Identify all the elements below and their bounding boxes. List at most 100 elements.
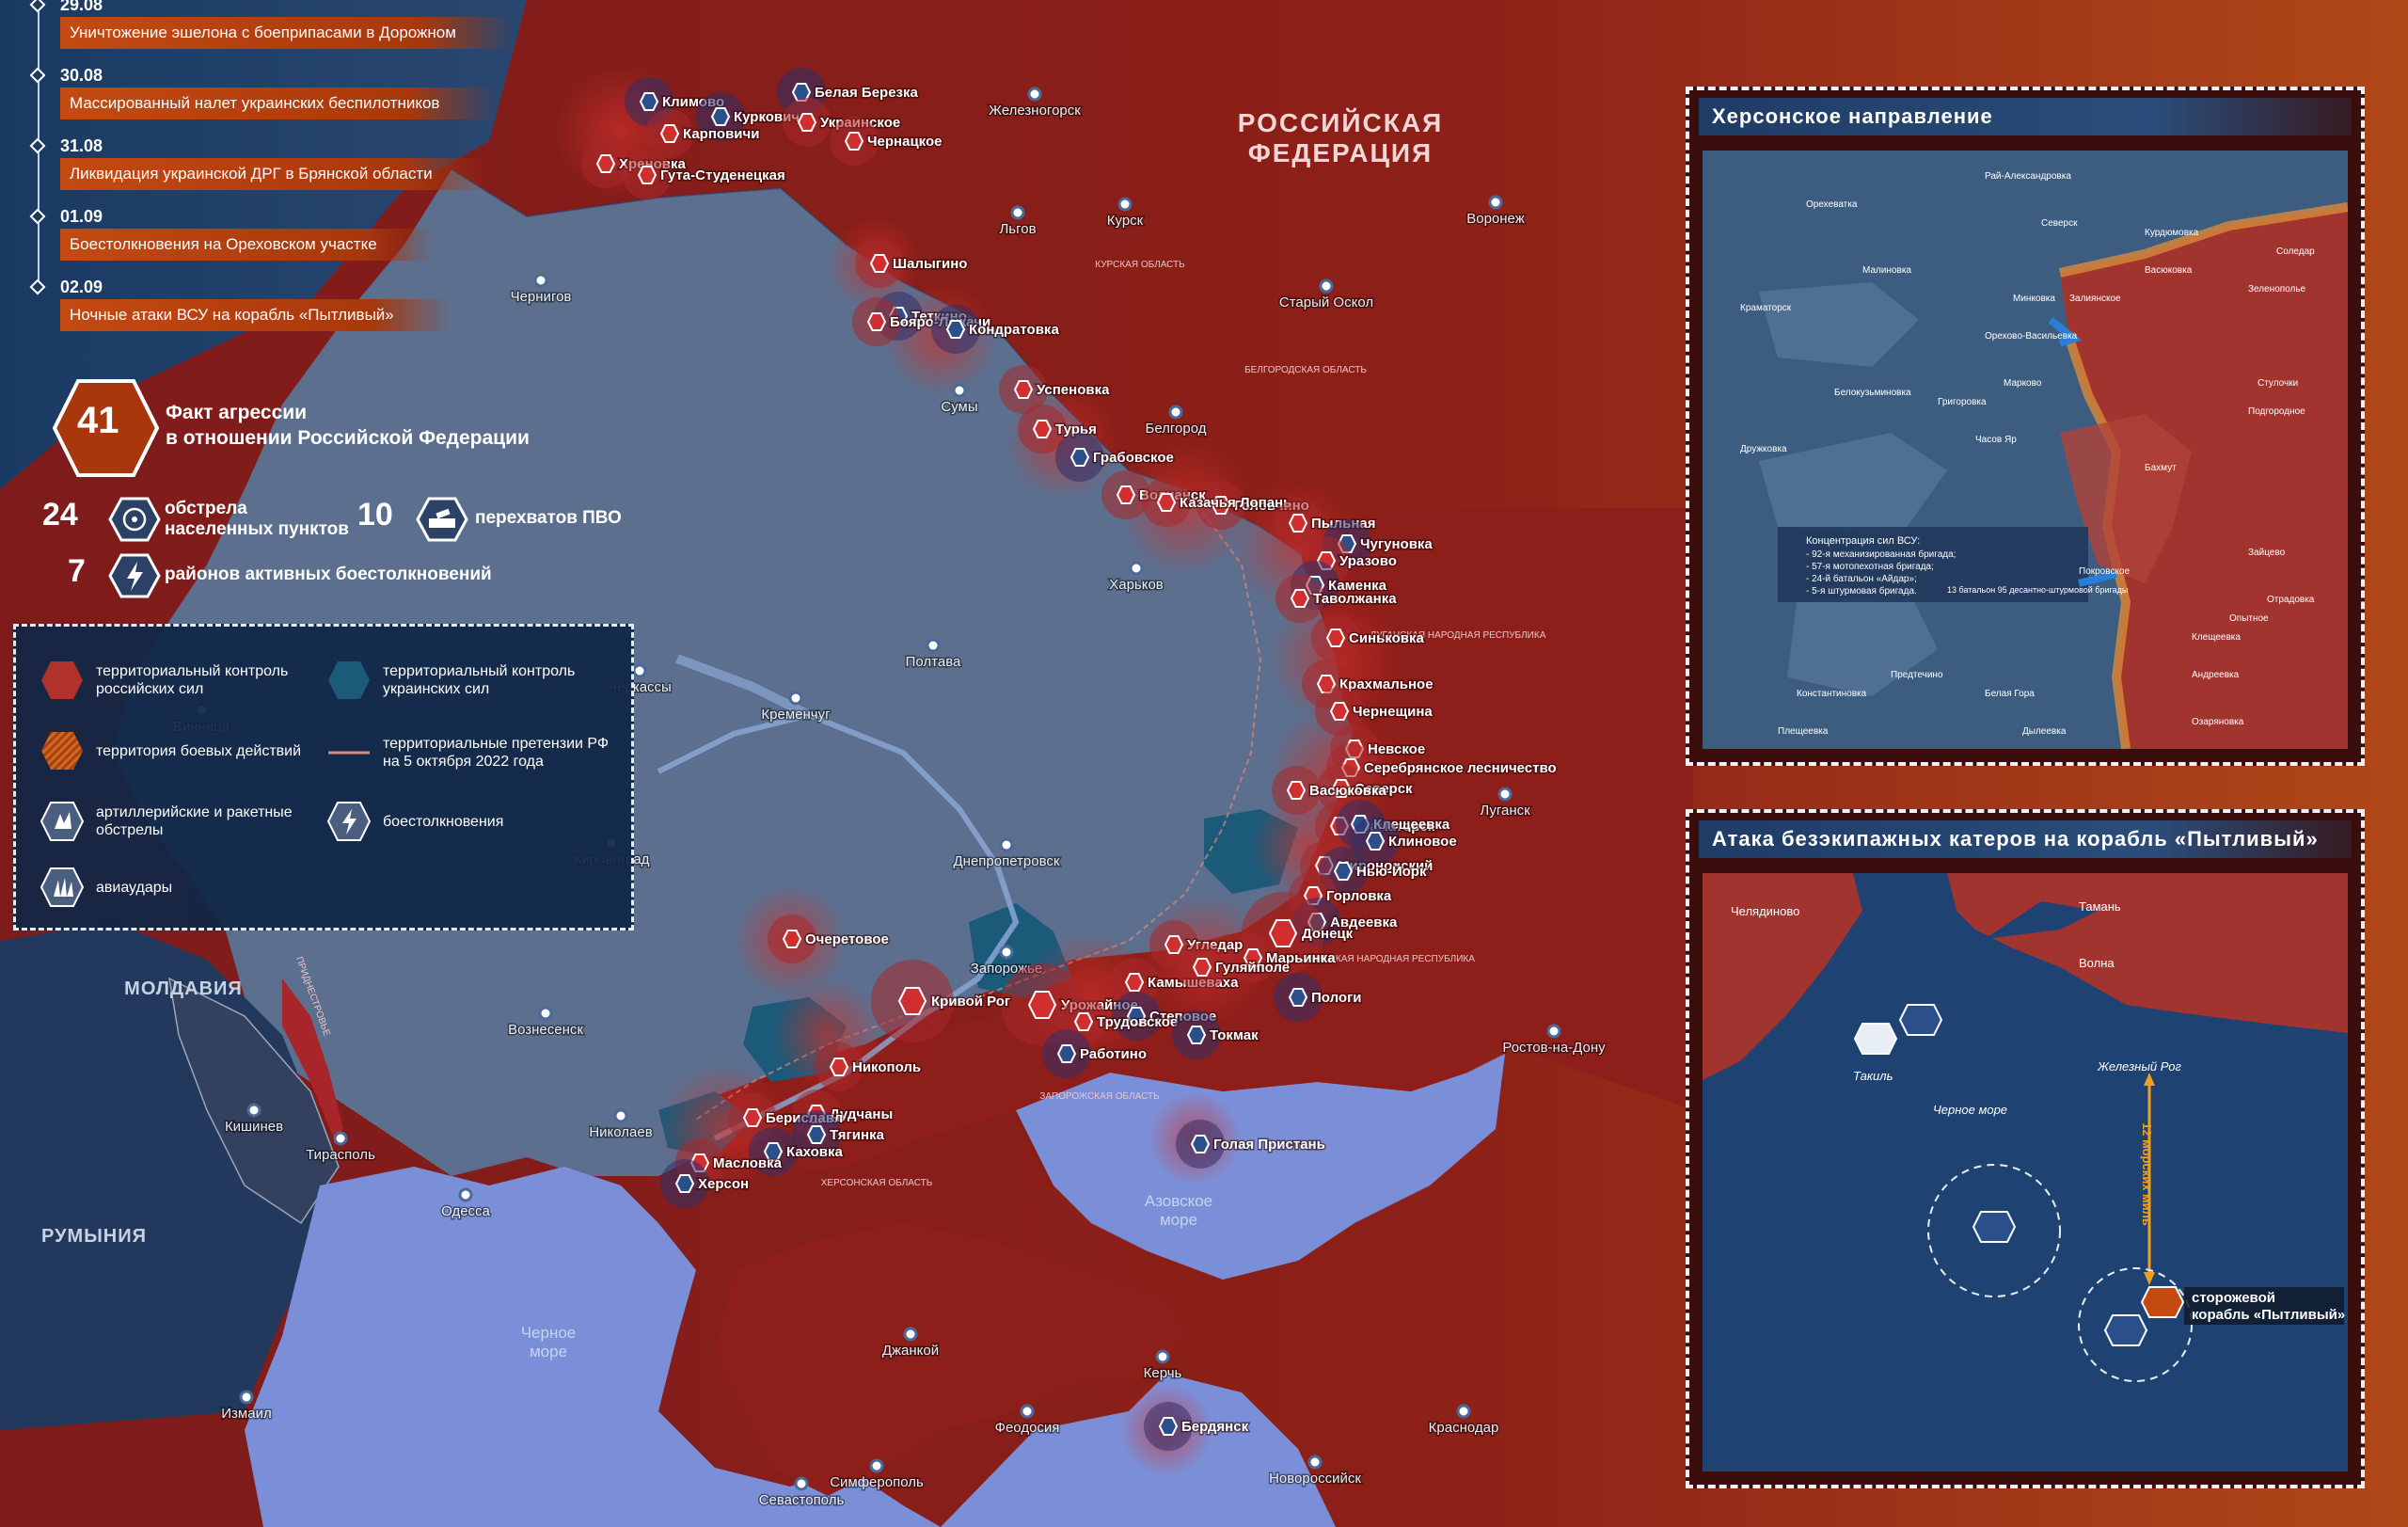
- timeline-text: Ликвидация украинской ДРГ в Брянской обл…: [60, 158, 489, 190]
- inset-place-label: Марково: [2004, 378, 2042, 389]
- artillery-icon: [869, 254, 890, 273]
- shelling-label-1: обстрела: [165, 499, 247, 518]
- legend-ru-control-label: территориальный контроль российских сил: [96, 663, 289, 697]
- event-label: Донецк: [1302, 926, 1354, 942]
- artillery-icon: [1325, 628, 1346, 647]
- artillery-icon: [595, 154, 616, 173]
- intercept-label: перехватов ПВО: [475, 508, 622, 528]
- inset-note-line-1: - 92-я механизированная бригада;: [1806, 549, 1956, 560]
- air-defense-icon: [806, 1125, 827, 1144]
- city-label: Севастополь: [759, 1492, 845, 1508]
- legend-artillery: артиллерийские и ракетные обстрелы: [40, 801, 312, 842]
- inset-place-label: Железный Рог: [2097, 1059, 2181, 1074]
- clash-icon: [326, 802, 372, 841]
- artillery-icon: [797, 113, 817, 132]
- event-label: Трудовское: [1097, 1014, 1178, 1030]
- event-label: Гуляйполе: [1215, 960, 1290, 976]
- event-label: Никополь: [852, 1059, 921, 1075]
- ru-control-swatch-icon: [41, 661, 83, 699]
- inset-place-label: Ореховo-Васильевка: [1985, 331, 2078, 342]
- artillery-icon: [866, 312, 887, 331]
- inset-place-label: Северск: [2041, 218, 2078, 229]
- city-label: Измаил: [221, 1406, 271, 1422]
- inset-place-label: Бахмут: [2145, 463, 2177, 473]
- artillery-icon: [40, 802, 85, 841]
- artillery-icon: [1329, 702, 1350, 721]
- artillery-icon: [1116, 485, 1136, 504]
- event-label: Херсон: [698, 1176, 749, 1192]
- event-label: Голая Пристань: [1213, 1137, 1325, 1153]
- city-label: Харьков: [1109, 577, 1164, 593]
- city-dot-icon: [1456, 1404, 1471, 1419]
- inset-place-label: Клещеевка: [2192, 632, 2241, 643]
- sea-azov-1: Азовское: [1145, 1192, 1212, 1210]
- timeline-text: Боестолкновения на Ореховском участке: [60, 229, 434, 261]
- city-dot-icon: [952, 383, 967, 398]
- inset-kherson: Херсонское направление Концентрация сил …: [1686, 87, 2365, 766]
- city-dot-icon: [1307, 1455, 1323, 1470]
- city-dot-icon: [1319, 278, 1334, 294]
- usv-launch-icon: [1898, 1004, 1943, 1036]
- city-dot-icon: [632, 663, 647, 678]
- city-dot-icon: [1155, 1349, 1170, 1364]
- city-label: Николаев: [589, 1124, 652, 1140]
- inset-place-label: Зеленополье: [2248, 284, 2306, 294]
- event-label: Чугуновка: [1360, 536, 1433, 552]
- air-defense-icon: [1190, 1135, 1211, 1153]
- region-kherson: ХЕРСОНСКАЯ ОБЛАСТЬ: [821, 1178, 933, 1188]
- inset-ship-map: 12 морских миль сторожевой корабль «Пытл…: [1703, 873, 2348, 1471]
- city-dot-icon: [239, 1390, 254, 1405]
- city-label: Кременчуг: [761, 707, 831, 723]
- air-defense-icon: [1186, 1026, 1207, 1044]
- usv-marker-2-icon: [2103, 1314, 2148, 1346]
- city-label: Железногорск: [989, 103, 1081, 119]
- artillery-icon: [742, 1108, 763, 1127]
- artillery-icon: [637, 166, 657, 184]
- city-dot-icon: [903, 1327, 918, 1342]
- artillery-icon: [1073, 1012, 1094, 1031]
- inset-place-label: Андреевка: [2192, 670, 2240, 680]
- legend-claims-label: территориальные претензии РФ на 5 октябр…: [383, 736, 610, 770]
- region-kursk: КУРСКАЯ ОБЛАСТЬ: [1095, 260, 1185, 270]
- country-russia-1: РОССИЙСКАЯ: [1238, 107, 1443, 137]
- inset-place-label: Волна: [2079, 956, 2115, 970]
- city-dot-icon: [333, 1131, 348, 1146]
- shelling-label-2: населенных пунктов: [165, 519, 349, 539]
- event-label: Успеновка: [1037, 382, 1110, 398]
- event-label: Масловка: [713, 1155, 783, 1171]
- inset-place-label: Покровское: [2079, 566, 2130, 577]
- inset-place-label: Минковка: [2013, 294, 2055, 304]
- intercept-count: 10: [357, 497, 393, 533]
- drone-marker-icon: [1853, 1023, 1898, 1055]
- artillery-icon: [1288, 514, 1308, 533]
- air-defense-icon: [416, 497, 468, 542]
- city-label: Кишинев: [225, 1119, 283, 1135]
- timeline-text: Уничтожение эшелона с боеприпасами в Дор…: [60, 17, 513, 49]
- air-defense-icon: [710, 107, 731, 126]
- legend-ua-control-label: территориальный контроль украинских сил: [383, 663, 576, 697]
- timeline-item: 02.09 Ночные атаки ВСУ на корабль «Пытлив…: [29, 275, 527, 345]
- inset-note-line-3: - 24-й батальон «Айдар»;: [1806, 573, 1917, 584]
- sea-azov-2: море: [1160, 1211, 1197, 1229]
- inset-place-label: Курдюмовка: [2145, 228, 2199, 238]
- region-belgorod: БЕЛГОРОДСКАЯ ОБЛАСТЬ: [1244, 365, 1367, 375]
- artillery-icon: [1192, 958, 1212, 977]
- inset-place-label: Константиновка: [1797, 689, 1867, 699]
- air-defense-icon: [639, 92, 659, 111]
- event-label: Уразово: [1339, 553, 1397, 569]
- timeline-item: 29.08 Уничтожение эшелона с боеприпасами …: [29, 0, 527, 63]
- artillery-icon: [782, 930, 802, 948]
- inset-place-label: Васюковка: [2145, 265, 2193, 276]
- inset-place-label: Малиновка: [1862, 265, 1911, 276]
- event-label: Кривой Рог: [931, 994, 1010, 1010]
- inset-place-label: Подгородное: [2248, 406, 2305, 417]
- inset-note-title: Концентрация сил ВСУ:: [1806, 535, 1920, 547]
- inset-place-label: Краматорск: [1740, 303, 1792, 313]
- claims-line-icon: [328, 751, 370, 755]
- aggression-count: 41: [77, 400, 119, 441]
- inset-place-label: Орехеватка: [1806, 199, 1858, 210]
- city-label: Белгород: [1145, 421, 1206, 437]
- legend-ua-control: территориальный контроль украинских сил: [326, 660, 599, 701]
- ship-label-1: сторожевой: [2192, 1290, 2275, 1306]
- country-moldova: МОЛДАВИЯ: [124, 978, 243, 999]
